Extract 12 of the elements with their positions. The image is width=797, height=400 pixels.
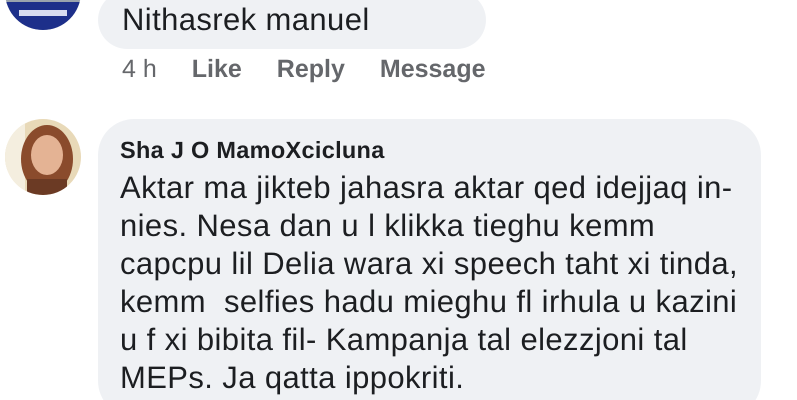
comment-text: Aktar ma jikteb jahasra aktar qed idejjaq in- bbox=[120, 169, 734, 207]
author-name[interactable]: Sha J O MamoXcicluna bbox=[120, 137, 737, 164]
comment-text: Nithasrek manuel bbox=[122, 1, 371, 39]
action-link[interactable]: Like bbox=[192, 55, 242, 84]
comment-text: capcpu lil Delia wara xi speech taht xi tinda, bbox=[120, 245, 737, 283]
comment-text: u f xi bibita fil- Kampanja tal elezzjoni tal bbox=[120, 321, 689, 359]
action-link[interactable]: Reply bbox=[276, 55, 345, 84]
comment-text: kemm selfies hadu mieghu fl irhula u kazini bbox=[120, 283, 737, 321]
timestamp: 4 h bbox=[122, 55, 157, 84]
action-link[interactable]: Message bbox=[380, 55, 486, 84]
comment-text: MEPs. Ja qatta ippokriti. bbox=[120, 359, 466, 397]
comment-text: nies. Nesa dan u l klikka tieghu kemm bbox=[120, 207, 656, 245]
